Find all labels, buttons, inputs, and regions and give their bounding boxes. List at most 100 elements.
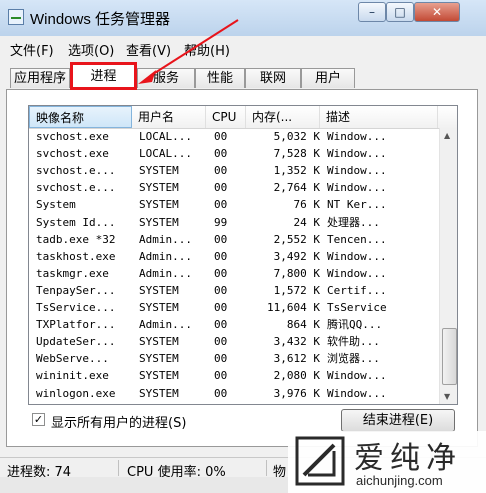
cell-user-name: LOCAL... (139, 147, 192, 161)
task-manager-window: Windows 任务管理器 – □ ✕ 文件(F) 选项(O) 查看(V) 帮助… (0, 0, 486, 493)
cell-image-name: WebServe... (36, 352, 109, 366)
table-row[interactable]: tadb.exe *32 Admin... 00 2,552 K Tencen... (29, 231, 439, 248)
scroll-up-icon[interactable]: ▲ (444, 131, 450, 140)
cell-image-name: taskmgr.exe (36, 266, 109, 280)
menu-bar: 文件(F) 选项(O) 查看(V) 帮助(H) (0, 36, 486, 59)
task-manager-icon (8, 9, 24, 25)
scrollbar-thumb[interactable] (442, 328, 457, 385)
table-row[interactable]: UpdateSer... SYSTEM 00 3,432 K 软件助... (29, 333, 439, 350)
table-row[interactable]: svchost.exe LOCAL... 00 7,528 K Window... (29, 145, 439, 162)
tab-processes[interactable]: 进程 (70, 62, 137, 90)
title-bar[interactable]: Windows 任务管理器 – □ ✕ (0, 0, 486, 36)
cell-cpu: 00 (214, 147, 228, 161)
cell-cpu: 99 (214, 215, 228, 229)
table-row[interactable]: svchost.e... SYSTEM 00 1,352 K Window... (29, 162, 439, 179)
scroll-down-icon[interactable]: ▼ (444, 392, 450, 401)
process-rows: svchost.exe LOCAL... 00 5,032 K Window... svc… (29, 128, 439, 404)
cell-cpu: 00 (214, 386, 228, 400)
table-row[interactable]: TXPlatfor... Admin... 00 864 K 腾讯QQ... (29, 316, 439, 333)
table-row[interactable]: svchost.exe LOCAL... 00 5,032 K Window... (29, 128, 439, 145)
cell-image-name: svchost.exe (36, 130, 109, 143)
cell-image-name: tadb.exe *32 (36, 232, 116, 246)
tab-networking[interactable]: 联网 (245, 68, 301, 88)
cell-user-name: SYSTEM (139, 181, 179, 195)
cell-memory: 3,432 K (273, 335, 320, 349)
column-cpu[interactable]: CPU (206, 106, 246, 128)
cell-cpu: 00 (214, 164, 228, 178)
cell-memory: 2,552 K (273, 232, 320, 246)
table-row[interactable]: TenpaySer... SYSTEM 00 1,572 K Certif... (29, 282, 439, 299)
cell-user-name: SYSTEM (139, 301, 179, 314)
menu-file[interactable]: 文件(F) (10, 40, 54, 59)
tab-users[interactable]: 用户 (301, 68, 355, 88)
cell-description: 浏览器... (327, 352, 380, 366)
cell-user-name: Admin... (139, 266, 192, 280)
cell-description: Window... (327, 249, 387, 263)
tab-performance[interactable]: 性能 (195, 68, 245, 88)
watermark-logo-icon (295, 436, 345, 486)
cell-memory: 3,492 K (273, 249, 320, 263)
close-button[interactable]: ✕ (414, 2, 460, 22)
table-row[interactable]: System SYSTEM 00 76 K NT Ker... (29, 196, 439, 213)
cell-cpu: 00 (214, 301, 228, 314)
tab-services[interactable]: 服务 (137, 68, 195, 88)
cell-cpu: 00 (214, 352, 228, 366)
cell-image-name: System (36, 198, 76, 212)
table-row[interactable]: TsService... SYSTEM 00 11,604 K TsService (29, 299, 439, 316)
cell-memory: 3,976 K (273, 386, 320, 400)
maximize-button[interactable]: □ (386, 2, 414, 22)
table-row[interactable]: System Id... SYSTEM 99 24 K 处理器... (29, 214, 439, 231)
cell-user-name: SYSTEM (139, 369, 179, 383)
menu-help[interactable]: 帮助(H) (184, 40, 230, 59)
table-row[interactable]: WebServe... SYSTEM 00 3,612 K 浏览器... (29, 350, 439, 367)
cell-user-name: SYSTEM (139, 215, 179, 229)
cell-user-name: SYSTEM (139, 283, 179, 297)
show-all-users-label[interactable]: 显示所有用户的进程(S) (51, 412, 186, 431)
table-row[interactable]: winlogon.exe SYSTEM 00 3,976 K Window... (29, 385, 439, 402)
process-list[interactable]: 映像名称 用户名 CPU 内存(... 描述 svchost.exe LOCAL.… (28, 105, 458, 405)
cell-cpu: 00 (214, 130, 228, 143)
cell-memory: 2,764 K (273, 181, 320, 195)
table-row[interactable]: taskmgr.exe Admin... 00 7,800 K Window... (29, 265, 439, 282)
table-row[interactable]: wininit.exe SYSTEM 00 2,080 K Window... (29, 367, 439, 384)
column-memory[interactable]: 内存(... (246, 106, 320, 128)
cell-cpu: 00 (214, 181, 228, 195)
table-row[interactable]: svchost.e... SYSTEM 00 2,764 K Window... (29, 179, 439, 196)
cell-memory: 3,612 K (273, 352, 320, 366)
status-divider (118, 460, 119, 476)
cell-memory: 7,528 K (273, 147, 320, 161)
process-list-scrollbar[interactable]: ▲ ▼ (439, 128, 457, 404)
menu-options[interactable]: 选项(O) (68, 40, 114, 59)
menu-view[interactable]: 查看(V) (126, 40, 171, 59)
column-image-name[interactable]: 映像名称 (29, 106, 132, 128)
cell-description: 处理器... (327, 215, 380, 229)
column-user-name[interactable]: 用户名 (132, 106, 206, 128)
end-process-button[interactable]: 结束进程(E) (341, 409, 455, 432)
cell-description: NT Ker... (327, 198, 387, 212)
show-all-users-checkbox[interactable]: ✓ (32, 413, 45, 426)
cell-user-name: Admin... (139, 232, 192, 246)
cell-description: Window... (327, 266, 387, 280)
tab-applications[interactable]: 应用程序 (10, 68, 70, 88)
cell-user-name: SYSTEM (139, 335, 179, 349)
cell-user-name: SYSTEM (139, 198, 179, 212)
cell-image-name: UpdateSer... (36, 335, 116, 349)
table-row[interactable]: taskhost.exe Admin... 00 3,492 K Window... (29, 248, 439, 265)
cell-description: Window... (327, 386, 387, 400)
cell-memory: 7,800 K (273, 266, 320, 280)
cell-memory: 76 K (293, 198, 321, 212)
cell-user-name: Admin... (139, 249, 192, 263)
cell-description: Window... (327, 181, 387, 195)
cell-description: Tencen... (327, 232, 387, 246)
cell-image-name: TXPlatfor... (36, 318, 116, 332)
cell-image-name: TsService... (36, 301, 116, 314)
cell-description: 软件助... (327, 335, 380, 349)
cell-description: 腾讯QQ... (327, 318, 383, 332)
cell-memory: 24 K (293, 215, 321, 229)
cell-cpu: 00 (214, 249, 228, 263)
minimize-button[interactable]: – (358, 2, 386, 22)
cell-memory: 1,352 K (273, 164, 320, 178)
cell-memory: 5,032 K (273, 130, 320, 143)
cell-image-name: TenpaySer... (36, 283, 116, 297)
column-description[interactable]: 描述 (320, 106, 438, 128)
